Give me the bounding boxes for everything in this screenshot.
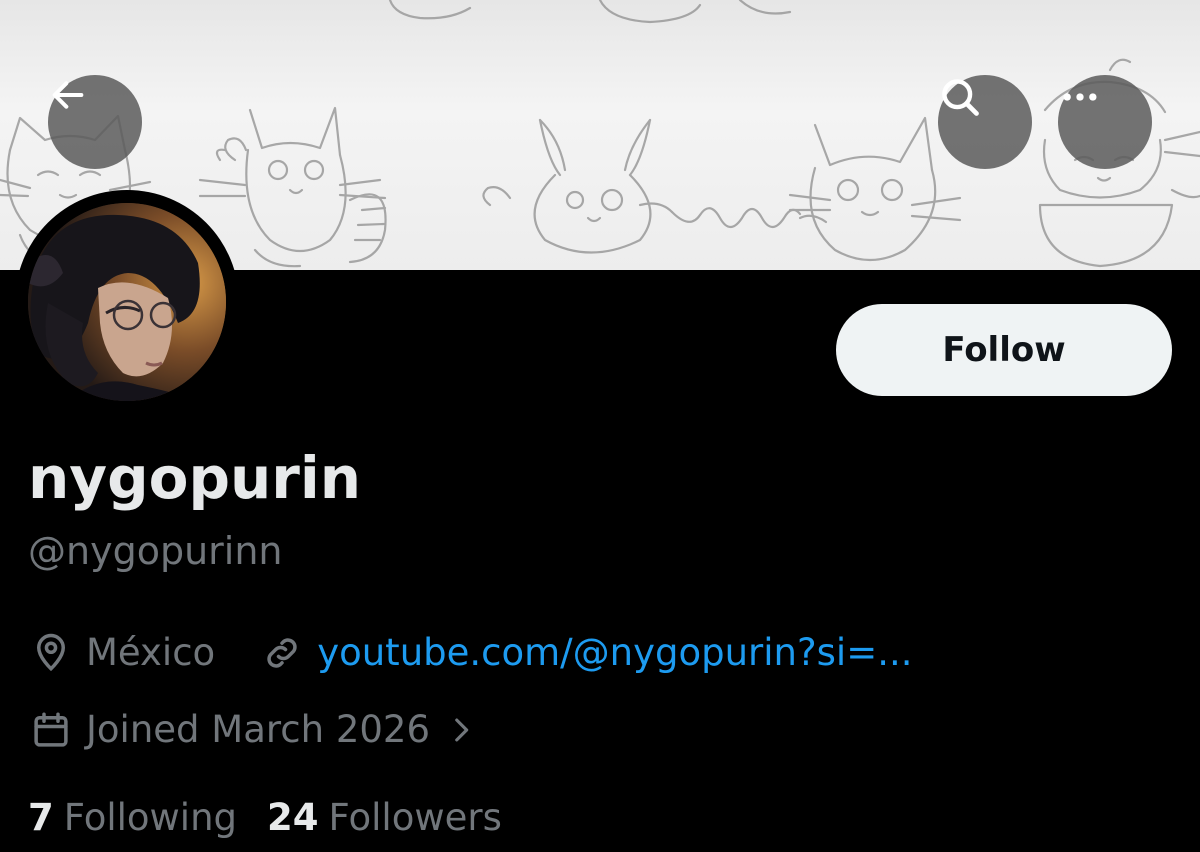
following-label: Following	[63, 796, 238, 839]
followers-label: Followers	[328, 796, 502, 839]
location-text: México	[86, 631, 216, 674]
more-options-button[interactable]	[1058, 75, 1152, 169]
back-button[interactable]	[48, 75, 142, 169]
profile-meta-row: México youtube.com/@nygopurin?si=...	[28, 629, 912, 677]
search-button[interactable]	[938, 75, 1032, 169]
chevron-right-icon	[438, 707, 484, 753]
followers-link[interactable]: 24 Followers	[267, 794, 502, 842]
joined-date-row[interactable]: Joined March 2026	[28, 706, 484, 754]
profile-page: Follow nygopurin @nygopurinn México yout…	[0, 0, 1200, 852]
follow-button[interactable]: Follow	[836, 304, 1172, 396]
website-link[interactable]: youtube.com/@nygopurin?si=...	[317, 629, 912, 677]
avatar[interactable]	[28, 203, 226, 401]
avatar-photo	[28, 203, 226, 401]
followers-count: 24	[267, 796, 319, 839]
user-handle: @nygopurinn	[28, 529, 283, 573]
follow-stats: 7 Following 24 Followers	[28, 794, 502, 842]
following-count: 7	[28, 796, 54, 839]
following-link[interactable]: 7 Following	[28, 794, 237, 842]
display-name: nygopurin	[28, 444, 362, 512]
link-icon	[259, 630, 305, 676]
calendar-icon	[28, 707, 74, 753]
joined-text: Joined March 2026	[86, 708, 431, 751]
location-pin-icon	[28, 630, 74, 676]
